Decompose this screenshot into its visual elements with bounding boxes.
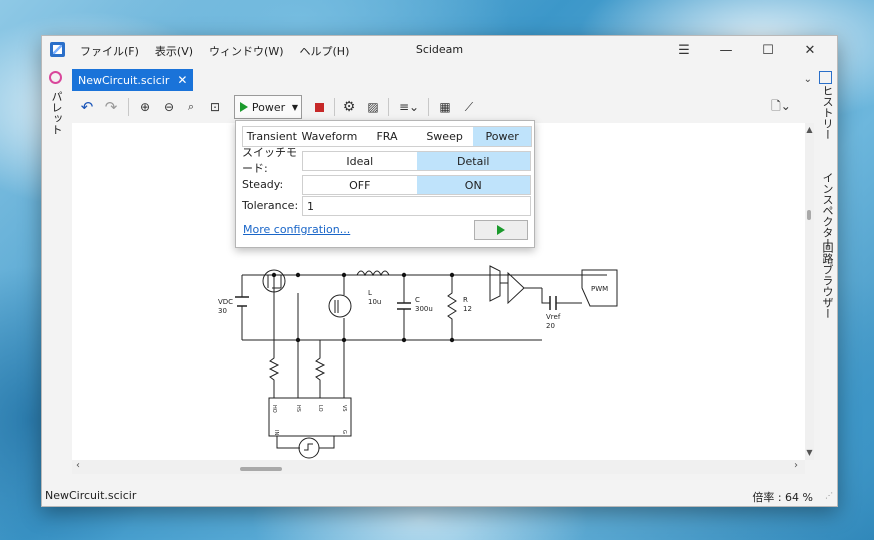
status-filename: NewCircuit.scicir bbox=[45, 489, 137, 502]
play-icon bbox=[239, 102, 248, 112]
palette-tab[interactable]: パレット bbox=[48, 91, 64, 135]
tab-power[interactable]: Power bbox=[473, 127, 531, 146]
resistor-label: R bbox=[463, 296, 468, 304]
simulation-settings-popup: Transient Waveform FRA Sweep Power スイッチモ… bbox=[235, 120, 535, 248]
close-button[interactable]: ✕ bbox=[789, 39, 831, 61]
minimize-button[interactable]: — bbox=[705, 39, 747, 61]
pin-ho: HO bbox=[271, 405, 277, 413]
play-icon bbox=[497, 225, 505, 235]
run-simulation-button[interactable] bbox=[474, 220, 528, 240]
steady-toggle: OFF ON bbox=[302, 175, 531, 195]
vdc-label: VDC bbox=[218, 298, 233, 306]
menu-bar: ファイル(F) 表示(V) ウィンドウ(W) ヘルプ(H) bbox=[80, 43, 349, 59]
steady-on[interactable]: ON bbox=[416, 176, 530, 194]
image-icon[interactable]: ▨ bbox=[362, 96, 384, 118]
scroll-up-icon[interactable]: ▲ bbox=[805, 125, 814, 134]
redo-icon[interactable]: ↷ bbox=[100, 96, 122, 118]
scroll-right-icon[interactable]: › bbox=[794, 460, 798, 471]
align-icon[interactable]: ≡⌄ bbox=[394, 96, 424, 118]
pin-vs: VS bbox=[341, 405, 347, 412]
switch-mode-label: スイッチモード: bbox=[242, 146, 297, 175]
left-side-panel: パレット bbox=[42, 69, 69, 489]
zoom-level: 倍率 : 64 % bbox=[752, 491, 813, 504]
horizontal-scroll-thumb[interactable] bbox=[240, 467, 282, 471]
power-button-label: Power bbox=[251, 100, 286, 114]
tolerance-row: Tolerance: bbox=[242, 195, 302, 215]
app-logo-icon bbox=[50, 42, 65, 57]
scroll-down-icon[interactable]: ▼ bbox=[805, 448, 814, 457]
inductor-value: 10u bbox=[368, 298, 381, 306]
grid-icon[interactable]: ▦ bbox=[434, 96, 456, 118]
capacitor-label: C bbox=[415, 296, 420, 304]
tolerance-label: Tolerance: bbox=[242, 198, 299, 212]
vertical-scroll-thumb[interactable] bbox=[807, 210, 811, 220]
horizontal-scrollbar[interactable]: ‹ › bbox=[72, 460, 805, 474]
switch-mode-detail[interactable]: Detail bbox=[416, 152, 530, 170]
zoom-region-icon[interactable]: ⊡ bbox=[204, 96, 226, 118]
tolerance-input[interactable]: 1 bbox=[302, 196, 531, 216]
stop-icon bbox=[314, 102, 324, 112]
inspector-tab[interactable]: インスペクター bbox=[819, 172, 835, 249]
pin-hs: HS bbox=[295, 405, 301, 412]
menu-help[interactable]: ヘルプ(H) bbox=[300, 43, 350, 59]
switch-mode-row: スイッチモード: bbox=[242, 146, 302, 175]
gear-icon[interactable]: ⚙ bbox=[338, 96, 360, 118]
steady-label: Steady: bbox=[242, 177, 284, 191]
power-dropdown-button[interactable]: ▼ bbox=[289, 95, 302, 119]
ruler-icon[interactable]: ⟋ bbox=[458, 96, 480, 118]
app-window: ファイル(F) 表示(V) ウィンドウ(W) ヘルプ(H) Scideam ☰ … bbox=[41, 35, 838, 507]
status-bar: NewCircuit.scicir 倍率 : 64 % ⋰ bbox=[42, 485, 837, 505]
resistor-value: 12 bbox=[463, 305, 472, 313]
zoom-fit-icon[interactable]: ⌕ bbox=[180, 96, 202, 118]
vref-value: 20 bbox=[546, 322, 555, 330]
pwm-label: PWM bbox=[591, 285, 608, 293]
menu-view[interactable]: 表示(V) bbox=[155, 43, 193, 59]
vertical-scrollbar[interactable]: ▲ ▼ bbox=[805, 123, 814, 460]
palette-icon[interactable] bbox=[49, 71, 62, 84]
steady-off[interactable]: OFF bbox=[303, 176, 417, 194]
power-run-button[interactable]: Power bbox=[234, 95, 291, 119]
switch-mode-toggle: Ideal Detail bbox=[302, 151, 531, 171]
zoom-out-icon[interactable]: ⊖ bbox=[158, 96, 180, 118]
document-settings-icon[interactable]: 🗋⌄ bbox=[766, 96, 796, 118]
scroll-left-icon[interactable]: ‹ bbox=[76, 460, 80, 471]
right-side-panel: ヒストリー インスペクター 回路ブラウザー bbox=[813, 69, 837, 489]
window-controls: ☰ — ☐ ✕ bbox=[663, 39, 831, 61]
chevron-down-icon[interactable]: ⌄ bbox=[804, 74, 812, 85]
tab-fra[interactable]: FRA bbox=[358, 127, 416, 146]
resize-grip-icon[interactable]: ⋰ bbox=[825, 491, 833, 500]
close-icon[interactable]: ✕ bbox=[177, 73, 187, 87]
vdc-value: 30 bbox=[218, 307, 227, 315]
tab-label: NewCircuit.scicir bbox=[78, 73, 170, 87]
menu-window[interactable]: ウィンドウ(W) bbox=[209, 43, 283, 59]
more-configuration-link[interactable]: More configration... bbox=[243, 223, 350, 236]
switch-mode-ideal[interactable]: Ideal bbox=[303, 152, 417, 170]
maximize-button[interactable]: ☐ bbox=[747, 39, 789, 61]
tab-waveform[interactable]: Waveform bbox=[301, 127, 359, 146]
title-bar: ファイル(F) 表示(V) ウィンドウ(W) ヘルプ(H) Scideam ☰ … bbox=[42, 36, 837, 64]
hamburger-menu-icon[interactable]: ☰ bbox=[663, 39, 705, 61]
document-tab-bar: NewCircuit.scicir ✕ ⌄ bbox=[72, 69, 812, 91]
capacitor-value: 300u bbox=[415, 305, 433, 313]
pin-in: IN bbox=[273, 430, 279, 435]
tab-sweep[interactable]: Sweep bbox=[416, 127, 474, 146]
menu-file[interactable]: ファイル(F) bbox=[80, 43, 139, 59]
steady-row: Steady: bbox=[242, 174, 302, 194]
inductor-label: L bbox=[368, 289, 372, 297]
history-icon[interactable] bbox=[819, 71, 832, 84]
history-tab[interactable]: ヒストリー bbox=[819, 85, 835, 140]
zoom-in-icon[interactable]: ⊕ bbox=[134, 96, 156, 118]
pin-lo: LO bbox=[317, 405, 323, 412]
tab-newcircuit[interactable]: NewCircuit.scicir ✕ bbox=[72, 69, 194, 91]
vref-label: Vref bbox=[546, 313, 561, 321]
circuit-browser-tab[interactable]: 回路ブラウザー bbox=[819, 242, 835, 319]
pin-g: G bbox=[341, 430, 347, 434]
undo-icon[interactable]: ↶ bbox=[76, 96, 98, 118]
toolbar: ↶ ↷ ⊕ ⊖ ⌕ ⊡ Power ▼ ⚙ ▨ ≡⌄ ▦ ⟋ 🗋⌄ bbox=[72, 93, 812, 121]
stop-button[interactable] bbox=[308, 96, 330, 118]
